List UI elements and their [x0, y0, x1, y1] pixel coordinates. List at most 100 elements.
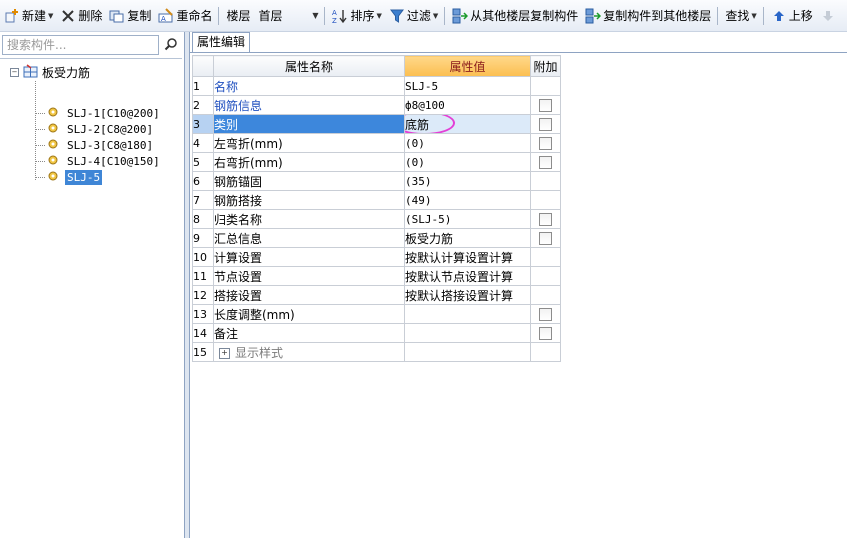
add-cell — [530, 304, 561, 324]
floor-label: 楼层 — [226, 9, 251, 23]
property-value[interactable]: SLJ-5 — [404, 76, 531, 96]
row-number: 15 — [192, 342, 214, 362]
property-name: 归类名称 — [213, 209, 405, 229]
table-row[interactable]: 5 右弯折(mm) (0) — [192, 152, 561, 172]
table-row[interactable]: 11 节点设置 按默认节点设置计算 — [192, 266, 561, 286]
add-checkbox[interactable] — [539, 156, 552, 169]
row-number: 14 — [192, 323, 214, 343]
tree-connector — [36, 128, 45, 130]
add-cell — [530, 342, 561, 362]
tree-root-label: 板受力筋 — [42, 65, 91, 80]
row-number: 4 — [192, 133, 214, 153]
property-value[interactable]: (49) — [404, 190, 531, 210]
row-number-header — [192, 55, 214, 77]
search-icon — [164, 37, 178, 54]
expand-icon[interactable]: + — [219, 347, 230, 359]
table-row[interactable]: 8 归类名称 (SLJ-5) — [192, 209, 561, 229]
property-value[interactable] — [404, 342, 531, 362]
add-cell — [530, 114, 561, 134]
chevron-down-icon: ▼ — [48, 11, 54, 20]
table-row[interactable]: 13 长度调整(mm) — [192, 304, 561, 324]
add-checkbox[interactable] — [539, 99, 552, 112]
delete-icon — [60, 8, 76, 24]
property-value[interactable] — [404, 323, 531, 343]
table-row[interactable]: 6 钢筋锚固 (35) — [192, 171, 561, 191]
add-header[interactable]: 附加 — [530, 55, 561, 77]
floor-select[interactable]: 首层 ▼ — [255, 7, 321, 25]
table-row[interactable]: 14 备注 — [192, 323, 561, 343]
property-value[interactable]: (0) — [404, 152, 531, 172]
add-checkbox[interactable] — [539, 213, 552, 226]
property-value[interactable]: (SLJ-5) — [404, 209, 531, 229]
property-name-header[interactable]: 属性名称 — [213, 55, 405, 77]
property-name: 节点设置 — [213, 266, 405, 286]
row-number: 13 — [192, 304, 214, 324]
property-name: 长度调整(mm) — [213, 304, 405, 324]
property-value[interactable]: (0) — [404, 133, 531, 153]
chevron-down-icon: ▼ — [312, 11, 319, 20]
gear-icon — [47, 154, 61, 168]
search-button[interactable] — [161, 35, 181, 55]
table-row[interactable]: 4 左弯折(mm) (0) — [192, 133, 561, 153]
table-row-selected[interactable]: 3 类别 底筋 — [192, 114, 561, 134]
new-button[interactable]: 新建 ▼ — [1, 5, 56, 27]
move-down-button[interactable] — [817, 5, 841, 27]
slab-icon — [23, 63, 38, 81]
add-checkbox[interactable] — [539, 137, 552, 150]
property-value[interactable]: 按默认节点设置计算 — [404, 266, 531, 286]
table-row[interactable]: 12 搭接设置 按默认搭接设置计算 — [192, 285, 561, 305]
property-name: 备注 — [213, 323, 405, 343]
copy-from-floor-button[interactable]: 从其他楼层复制构件 — [449, 5, 581, 27]
tree-root-rebar[interactable]: − 板受力筋 — [10, 63, 91, 81]
table-row[interactable]: 10 计算设置 按默认计算设置计算 — [192, 247, 561, 267]
tree-item[interactable]: SLJ-3[C8@180] — [36, 137, 155, 153]
add-checkbox[interactable] — [539, 232, 552, 245]
tree-item[interactable]: SLJ-2[C8@200] — [36, 121, 155, 137]
row-number: 6 — [192, 171, 214, 191]
row-number: 12 — [192, 285, 214, 305]
copy-to-floor-button[interactable]: 复制构件到其他楼层 — [582, 5, 714, 27]
tree-item[interactable]: SLJ-4[C10@150] — [36, 153, 162, 169]
property-name: 右弯折(mm) — [213, 152, 405, 172]
table-row[interactable]: 9 汇总信息 板受力筋 — [192, 228, 561, 248]
move-up-button[interactable]: 上移 — [768, 5, 816, 27]
property-value-cell[interactable]: 底筋 — [404, 114, 531, 134]
tree-item-label: SLJ-2[C8@200] — [67, 122, 154, 136]
sort-button[interactable]: AZ 排序 ▼ — [329, 5, 384, 27]
filter-button[interactable]: 过滤 ▼ — [386, 5, 441, 27]
tree-item-label: SLJ-1[C10@200] — [67, 106, 160, 120]
property-name: 左弯折(mm) — [213, 133, 405, 153]
find-button[interactable]: 查找 ▼ — [722, 5, 759, 27]
tree-item[interactable]: SLJ-1[C10@200] — [36, 105, 162, 121]
copy-button[interactable]: 复制 — [106, 5, 154, 27]
property-value[interactable]: 板受力筋 — [404, 228, 531, 248]
tree-item-selected[interactable]: SLJ-5 — [36, 169, 103, 185]
property-value[interactable]: 按默认计算设置计算 — [404, 247, 531, 267]
toolbar-divider — [324, 6, 326, 25]
table-row[interactable]: 15 + 显示样式 — [192, 342, 561, 362]
property-value[interactable] — [404, 304, 531, 324]
collapse-icon[interactable]: − — [10, 67, 19, 77]
property-value-header[interactable]: 属性值 — [404, 55, 531, 77]
search-input[interactable]: 搜索构件... — [2, 35, 159, 55]
copy-icon — [109, 8, 125, 24]
property-value[interactable]: 底筋 — [406, 118, 430, 132]
add-checkbox[interactable] — [539, 327, 552, 340]
property-value[interactable]: (35) — [404, 171, 531, 191]
add-checkbox[interactable] — [539, 308, 552, 321]
add-cell — [530, 209, 561, 229]
svg-text:A: A — [161, 15, 166, 23]
property-value[interactable]: ф8@100 — [404, 95, 531, 115]
toolbar: 新建 ▼ 删除 复制 A 重命名 楼层 首层 ▼ AZ 排序 ▼ 过滤 ▼ 从其… — [0, 0, 847, 32]
add-checkbox[interactable] — [539, 118, 552, 131]
property-panel: 属性编辑 属性名称 属性值 附加 1 名称 SLJ-5 2 钢筋信息 ф8@10… — [190, 32, 847, 538]
tab-property-edit[interactable]: 属性编辑 — [192, 32, 251, 52]
find-label: 查找 — [725, 9, 750, 23]
table-row[interactable]: 7 钢筋搭接 (49) — [192, 190, 561, 210]
table-row[interactable]: 2 钢筋信息 ф8@100 — [192, 95, 561, 115]
delete-button[interactable]: 删除 — [57, 5, 105, 27]
table-row[interactable]: 1 名称 SLJ-5 — [192, 76, 561, 96]
property-value[interactable]: 按默认搭接设置计算 — [404, 285, 531, 305]
rename-button[interactable]: A 重命名 — [155, 5, 215, 27]
component-tree: − 板受力筋 SLJ-1[C10@200] SLJ-2[C8@200] SLJ-… — [0, 58, 182, 539]
